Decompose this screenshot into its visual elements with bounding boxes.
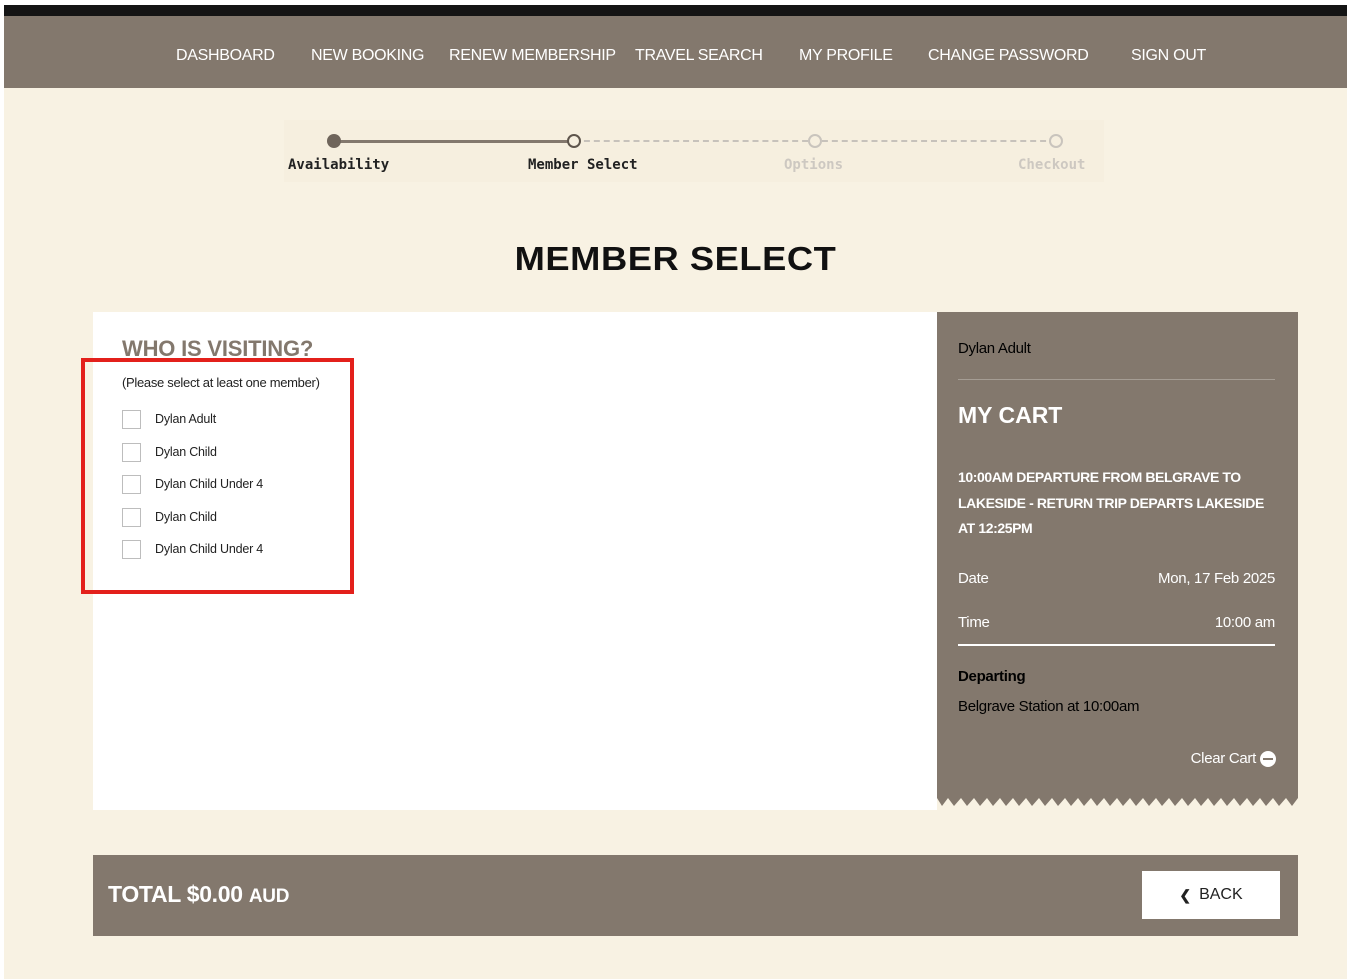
- chevron-left-icon: ❮: [1179, 886, 1192, 903]
- step-connector-complete: [334, 140, 574, 143]
- cart-time-label: Time: [958, 614, 990, 631]
- cart-departing-value: Belgrave Station at 10:00am: [958, 698, 1140, 715]
- minus-circle-icon: [1260, 750, 1276, 767]
- progress-stepper: [284, 120, 1104, 182]
- total-label: TOTAL $0.00: [108, 881, 243, 907]
- clear-cart-label: Clear Cart: [1190, 750, 1257, 767]
- cart-time-value: 10:00 am: [1214, 614, 1275, 631]
- cart-divider-strong: [958, 644, 1275, 646]
- page-title: MEMBER SELECT: [514, 240, 837, 277]
- my-cart-panel: [937, 312, 1298, 798]
- back-label: BACK: [1199, 886, 1243, 903]
- nav-change-password[interactable]: CHANGE PASSWORD: [928, 47, 1089, 65]
- nav-my-profile[interactable]: MY PROFILE: [799, 47, 893, 65]
- step-dot-checkout: [1049, 134, 1063, 148]
- cart-date-value: Mon, 17 Feb 2025: [1158, 570, 1275, 587]
- step-dot-availability: [327, 134, 341, 148]
- clear-cart-link[interactable]: Clear Cart: [1191, 750, 1276, 767]
- cart-title: MY CART: [958, 402, 1063, 428]
- nav-new-booking[interactable]: NEW BOOKING: [311, 47, 424, 65]
- step-dot-member-select: [567, 134, 581, 148]
- cart-trip-description: 10:00AM DEPARTURE FROM BELGRAVE TO LAKES…: [958, 469, 1264, 536]
- cart-divider: [958, 379, 1275, 380]
- nav-sign-out[interactable]: SIGN OUT: [1131, 47, 1206, 65]
- main-nav: DASHBOARD NEW BOOKING RENEW MEMBERSHIP T…: [4, 16, 1347, 88]
- back-button[interactable]: ❮ BACK: [1142, 871, 1280, 919]
- total-amount: TOTAL $0.00 AUD: [108, 881, 289, 908]
- nav-travel-search[interactable]: TRAVEL SEARCH: [635, 47, 763, 65]
- step-label-options: Options: [784, 157, 844, 173]
- top-strip: [4, 5, 1347, 16]
- cart-departing-label: Departing: [958, 668, 1026, 685]
- cart-date-label: Date: [958, 570, 989, 587]
- total-currency: AUD: [248, 886, 290, 907]
- step-label-checkout: Checkout: [1018, 157, 1086, 173]
- nav-dashboard[interactable]: DASHBOARD: [176, 47, 275, 65]
- step-label-availability: Availability: [288, 157, 390, 173]
- step-dot-options: [808, 134, 822, 148]
- cart-zigzag-edge: [937, 796, 1298, 806]
- highlight-annotation-box: [81, 358, 354, 594]
- cart-user-name: Dylan Adult: [958, 340, 1031, 357]
- step-label-member-select: Member Select: [528, 157, 638, 173]
- nav-renew-membership[interactable]: RENEW MEMBERSHIP: [449, 47, 616, 65]
